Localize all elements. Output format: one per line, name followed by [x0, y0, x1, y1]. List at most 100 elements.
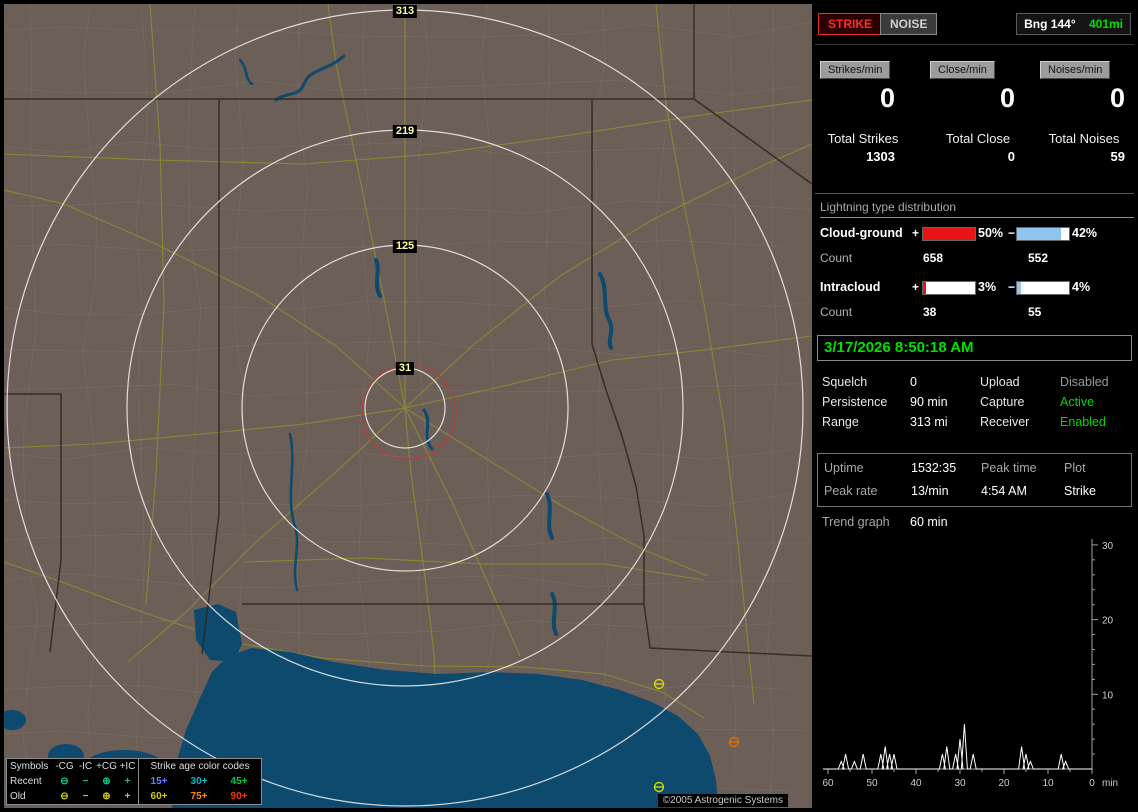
age-15: 15+ [150, 776, 168, 787]
strike-mode-button[interactable]: STRIKE [818, 13, 883, 35]
minus-sign: − [1008, 226, 1016, 240]
divider [815, 193, 1134, 194]
strikes-per-min-chip[interactable]: Strikes/min [820, 61, 891, 79]
bearing-indicator: Bng 144° 401mi [1016, 13, 1131, 35]
cloud-ground-row: Cloud-ground + 50% − 42% [815, 226, 1134, 242]
app-window: 313 219 125 31 Symbols -CG -IC +CG +IC S… [0, 0, 1138, 812]
ic-plus-fill [923, 282, 927, 294]
age-45: 45+ [230, 776, 248, 787]
trend-window-value: 60 min [910, 515, 948, 529]
noises-per-min-value: 0 [1109, 83, 1125, 113]
total-close-value: 0 [1007, 149, 1015, 164]
noises-per-min-chip[interactable]: Noises/min [1040, 61, 1111, 79]
circle-minus-icon: ⊖ [60, 791, 69, 802]
age-30: 30+ [190, 776, 208, 787]
close-per-min-value: 0 [999, 83, 1015, 113]
count-label: Count [820, 305, 853, 319]
plus-sign: + [912, 226, 920, 240]
minus-icon: − [82, 776, 89, 787]
svg-text:60: 60 [822, 778, 834, 789]
age-60: 60+ [150, 791, 168, 802]
settings-row: Range 313 mi Receiver Enabled [815, 415, 1134, 433]
svg-text:30: 30 [954, 778, 966, 789]
ic-plus-bar [922, 281, 976, 295]
cg-plus-bar [922, 227, 976, 241]
total-noises-label: Total Noises [1048, 131, 1120, 146]
legend-age-header: Strike age color codes [150, 761, 250, 772]
ic-minus-bar [1016, 281, 1070, 295]
cg-minus-count: 552 [1028, 251, 1049, 265]
legend-col-pos-ic: +IC [119, 761, 136, 772]
upload-label: Upload [980, 375, 1020, 389]
plus-sign: + [912, 280, 920, 294]
cg-minus-bar [1016, 227, 1070, 241]
copyright-text: ©2005 Astrogenic Systems [657, 794, 788, 807]
uptime-label: Uptime [824, 461, 864, 475]
age-75: 75+ [190, 791, 208, 802]
datetime-display: 3/17/2026 8:50:18 AM [817, 335, 1132, 361]
peak-time-label: Peak time [981, 461, 1037, 475]
legend-col-neg-ic: -IC [78, 761, 93, 772]
stats-box: Uptime 1532:35 Peak time Plot Peak rate … [817, 453, 1132, 507]
peak-rate-label: Peak rate [824, 484, 878, 498]
total-close-label: Total Close [945, 131, 1011, 146]
legend-col-neg-cg: -CG [55, 761, 74, 772]
ic-minus-fill [1017, 282, 1022, 294]
svg-text:50: 50 [866, 778, 878, 789]
minus-icon: − [82, 791, 89, 802]
circle-minus-icon: ⊖ [60, 776, 69, 787]
divider [815, 44, 1134, 45]
legend-symbols-header: Symbols [10, 761, 49, 772]
bearing-range: 401mi [1088, 17, 1123, 31]
persistence-value: 90 min [910, 395, 948, 409]
bearing-label: Bng 144° [1024, 17, 1076, 31]
peak-time-value: 4:54 AM [981, 484, 1027, 498]
strikes-per-min-value: 0 [879, 83, 895, 113]
ic-minus-count: 55 [1028, 305, 1042, 319]
cg-minus-pct: 42% [1072, 226, 1098, 240]
svg-text:10: 10 [1042, 778, 1054, 789]
svg-text:40: 40 [910, 778, 922, 789]
plus-icon: + [124, 791, 131, 802]
capture-status: Active [1060, 395, 1095, 409]
intracloud-label: Intracloud [820, 280, 881, 294]
svg-text:0: 0 [1089, 778, 1095, 789]
ic-minus-pct: 4% [1072, 280, 1091, 294]
total-strikes-label: Total Strikes [827, 131, 899, 146]
cg-plus-fill [923, 228, 975, 240]
legend-old-row: Old ⊖ − ⊕ + 60+ 75+ 90+ [7, 789, 261, 804]
legend-recent-label: Recent [10, 776, 42, 787]
circle-plus-icon: ⊕ [102, 791, 111, 802]
cloud-ground-count-row: Count 658 552 [815, 251, 1134, 267]
status-sidebar: STRIKE NOISE Bng 144° 401mi Strikes/min … [815, 4, 1134, 808]
persistence-label: Persistence [822, 395, 888, 409]
intracloud-row: Intracloud + 3% − 4% [815, 280, 1134, 296]
plot-value: Strike [1064, 484, 1096, 498]
svg-text:20: 20 [1102, 616, 1114, 627]
range-ring-label: 125 [392, 240, 418, 253]
map-panel[interactable]: 313 219 125 31 Symbols -CG -IC +CG +IC S… [4, 4, 812, 808]
total-strikes-value: 1303 [866, 149, 895, 164]
capture-label: Capture [980, 395, 1025, 409]
close-per-min-chip[interactable]: Close/min [930, 61, 995, 79]
peak-rate-value: 13/min [911, 484, 949, 498]
cg-plus-pct: 50% [978, 226, 1004, 240]
cg-minus-fill [1017, 228, 1061, 240]
ic-plus-pct: 3% [978, 280, 997, 294]
noise-mode-button[interactable]: NOISE [880, 13, 938, 35]
trend-graph-label: Trend graph [822, 515, 890, 529]
count-label: Count [820, 251, 853, 265]
uptime-value: 1532:35 [911, 461, 957, 475]
svg-text:30: 30 [1102, 541, 1114, 552]
circle-plus-icon: ⊕ [102, 776, 111, 787]
intracloud-count-row: Count 38 55 [815, 305, 1134, 321]
range-label: Range [822, 415, 859, 429]
minus-sign: − [1008, 280, 1016, 294]
settings-row: Persistence 90 min Capture Active [815, 395, 1134, 413]
range-ring-label: 313 [392, 5, 418, 18]
upload-status: Disabled [1060, 375, 1109, 389]
ic-plus-count: 38 [923, 305, 937, 319]
cg-plus-count: 658 [923, 251, 944, 265]
range-ring-label: 31 [395, 362, 415, 375]
age-90: 90+ [230, 791, 248, 802]
